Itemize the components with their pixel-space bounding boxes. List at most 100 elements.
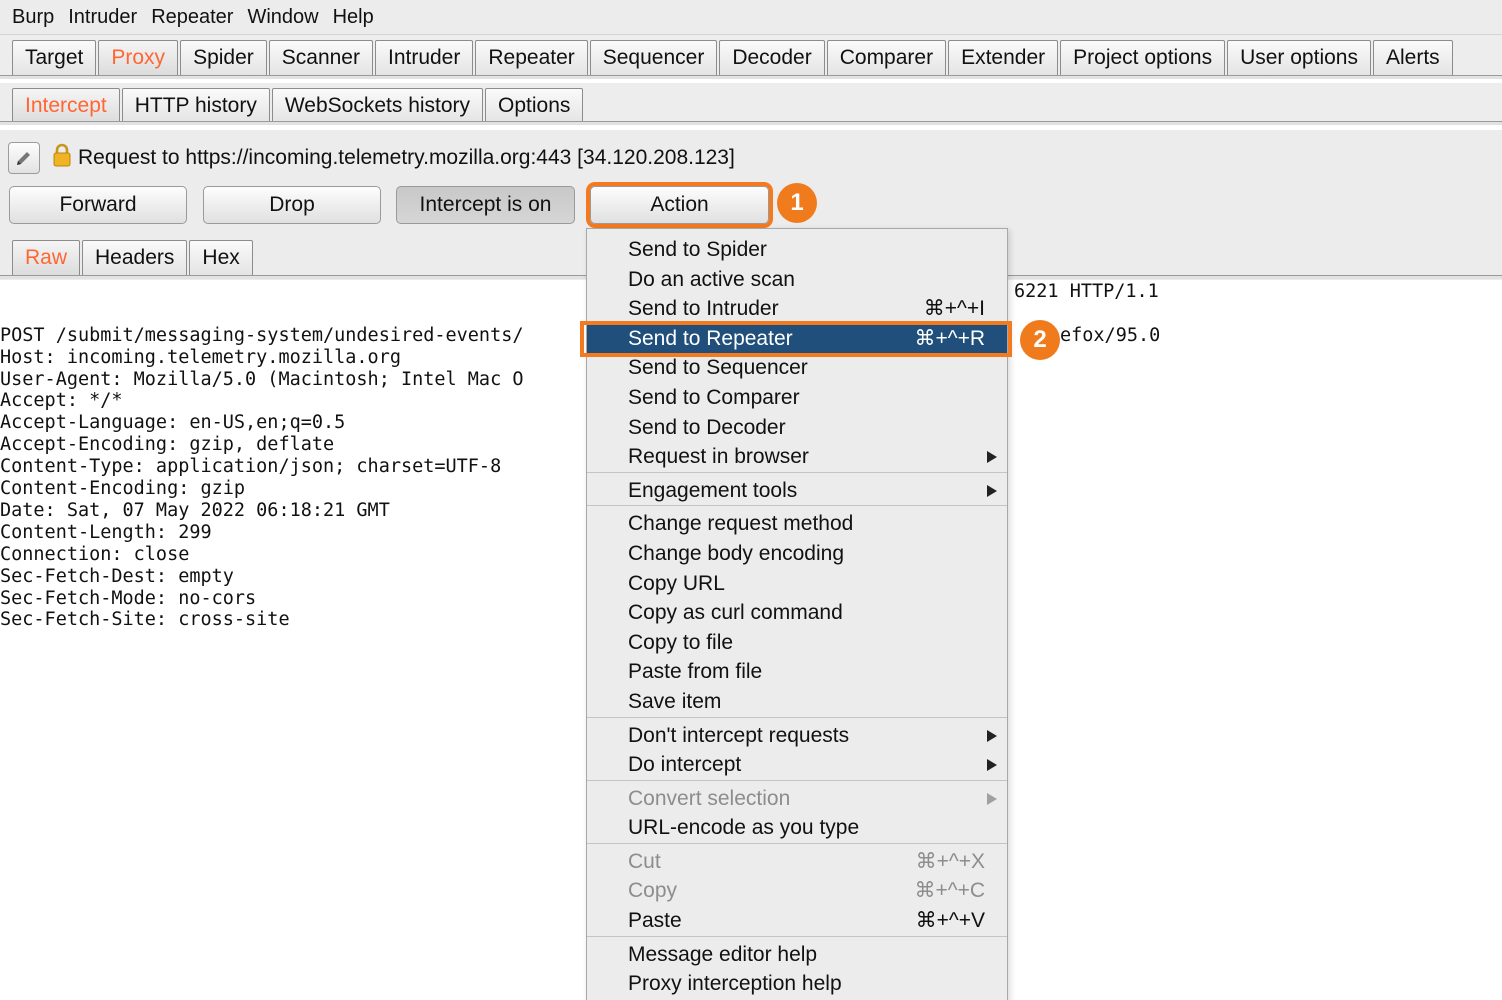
menu-item-do-intercept[interactable]: Do intercept [587, 750, 1007, 780]
menu-item-change-request-method[interactable]: Change request method [587, 509, 1007, 539]
message-tab-raw[interactable]: Raw [12, 240, 81, 275]
tab-repeater[interactable]: Repeater [475, 40, 588, 75]
tab-intruder[interactable]: Intruder [374, 40, 474, 75]
menu-item-do-an-active-scan[interactable]: Do an active scan [587, 265, 1007, 295]
step-badge-2: 2 [1020, 320, 1060, 360]
shortcut-label: ⌘+^+I [923, 297, 985, 321]
menu-item-label: Send to Repeater [628, 326, 793, 350]
proxy-tab-bar: Intercept HTTP history WebSockets history O… [0, 83, 1502, 125]
menu-window[interactable]: Window [240, 0, 325, 34]
request-line-tail: 6221 HTTP/1.1 [1014, 281, 1159, 302]
menu-item-label: Change body encoding [628, 541, 845, 565]
request-info: Request to https://incoming.telemetry.mo… [8, 142, 735, 174]
tab-project-options[interactable]: Project options [1060, 40, 1226, 75]
menu-item-send-to-repeater[interactable]: Send to Repeater ⌘+^+R [587, 323, 1007, 354]
shortcut-label: ⌘+^+R [914, 326, 985, 350]
action-context-menu: Send to Spider Do an active scan Send to I… [586, 228, 1008, 1000]
tab-target[interactable]: Target [12, 40, 97, 75]
submenu-arrow-icon [987, 451, 997, 464]
menu-item-label: Paste [628, 909, 682, 933]
step-badge-1: 1 [777, 183, 817, 223]
menu-item-change-body-encoding[interactable]: Change body encoding [587, 539, 1007, 569]
user-agent-tail: efox/95.0 [1060, 325, 1161, 346]
drop-button[interactable]: Drop [203, 186, 381, 224]
menu-item-copy-as-curl-command[interactable]: Copy as curl command [587, 598, 1007, 628]
menu-item-label: Send to Decoder [628, 415, 786, 439]
tab-scanner[interactable]: Scanner [268, 40, 373, 75]
tab-proxy[interactable]: Proxy [98, 40, 179, 75]
menu-item-label: Copy to file [628, 630, 734, 654]
shortcut-label: ⌘+^+C [914, 879, 985, 903]
menu-item-label: Don't intercept requests [628, 723, 850, 747]
tab-alerts[interactable]: Alerts [1372, 40, 1453, 75]
tab-divider [0, 75, 1502, 79]
menu-item-label: Paste from file [628, 660, 763, 684]
tab-comparer[interactable]: Comparer [826, 40, 947, 75]
menu-item-label: Copy as curl command [628, 601, 843, 625]
menu-item-label: Do intercept [628, 753, 742, 777]
menu-intruder[interactable]: Intruder [61, 0, 144, 34]
forward-button[interactable]: Forward [9, 186, 187, 224]
menu-item-url-encode-as-you-type[interactable]: URL-encode as you type [587, 813, 1007, 843]
menu-item-engagement-tools[interactable]: Engagement tools [587, 476, 1007, 506]
menu-item-paste[interactable]: Paste ⌘+^+V [587, 906, 1007, 936]
request-target-label: Request to https://incoming.telemetry.mo… [78, 146, 735, 169]
menu-item-copy-to-file[interactable]: Copy to file [587, 628, 1007, 658]
message-tab-bar: Raw Headers Hex [12, 240, 255, 275]
shortcut-label: ⌘+^+V [915, 909, 985, 933]
menu-item-don-t-intercept-requests[interactable]: Don't intercept requests [587, 721, 1007, 751]
menu-item-label: Send to Comparer [628, 385, 800, 409]
intercept-toggle-button[interactable]: Intercept is on [396, 186, 575, 224]
menu-item-send-to-spider[interactable]: Send to Spider [587, 235, 1007, 265]
menu-item-proxy-interception-help[interactable]: Proxy interception help [587, 969, 1007, 999]
menu-item-label: Send to Spider [628, 238, 767, 261]
menu-item-label: Message editor help [628, 942, 818, 966]
menu-item-send-to-intruder[interactable]: Send to Intruder ⌘+^+I [587, 294, 1007, 324]
tab-sequencer[interactable]: Sequencer [589, 40, 718, 75]
burp-window: Burp Intruder Repeater Window Help Target Pro… [0, 0, 1502, 1000]
menu-item-message-editor-help[interactable]: Message editor help [587, 940, 1007, 970]
tab-decoder[interactable]: Decoder [719, 40, 825, 75]
menu-item-label: Request in browser [628, 445, 809, 469]
edit-pencil-icon[interactable] [8, 142, 40, 174]
tab-spider[interactable]: Spider [180, 40, 267, 75]
submenu-arrow-icon [987, 759, 997, 772]
menu-item-label: Proxy interception help [628, 972, 842, 996]
menu-item-save-item[interactable]: Save item [587, 687, 1007, 717]
menu-item-copy: Copy ⌘+^+C [587, 876, 1007, 906]
main-tab-bar: Target Proxy Spider Scanner Intruder Repeater… [0, 35, 1502, 79]
tab-user-options[interactable]: User options [1227, 40, 1371, 75]
menu-item-request-in-browser[interactable]: Request in browser [587, 442, 1007, 472]
menu-item-paste-from-file[interactable]: Paste from file [587, 657, 1007, 687]
menu-item-send-to-sequencer[interactable]: Send to Sequencer [587, 353, 1007, 383]
menu-item-copy-url[interactable]: Copy URL [587, 569, 1007, 599]
menu-item-send-to-comparer[interactable]: Send to Comparer [587, 383, 1007, 413]
proxy-tab-options[interactable]: Options [485, 88, 584, 123]
menu-item-label: Do an active scan [628, 267, 795, 291]
lock-icon [52, 143, 72, 173]
proxy-tab-http-history[interactable]: HTTP history [121, 88, 270, 123]
menu-item-cut: Cut ⌘+^+X [587, 847, 1007, 877]
submenu-arrow-icon [987, 729, 997, 742]
message-tab-headers[interactable]: Headers [82, 240, 188, 275]
message-tab-hex[interactable]: Hex [189, 240, 253, 275]
proxy-tab-websockets-history[interactable]: WebSockets history [271, 88, 484, 123]
menu-item-convert-selection: Convert selection [587, 784, 1007, 814]
menu-burp[interactable]: Burp [0, 0, 61, 34]
menu-item-label: Cut [628, 849, 661, 873]
menu-help[interactable]: Help [326, 0, 381, 34]
menu-item-label: Save item [628, 689, 722, 713]
tab-extender[interactable]: Extender [948, 40, 1059, 75]
menu-repeater[interactable]: Repeater [144, 0, 240, 34]
menu-bar: Burp Intruder Repeater Window Help [0, 0, 1502, 35]
submenu-arrow-icon [987, 792, 997, 805]
action-button[interactable]: Action [590, 186, 769, 224]
shortcut-label: ⌘+^+X [915, 849, 985, 873]
menu-item-label: Send to Sequencer [628, 356, 808, 380]
menu-item-label: Convert selection [628, 786, 791, 810]
menu-item-send-to-decoder[interactable]: Send to Decoder [587, 413, 1007, 443]
proxy-tab-intercept[interactable]: Intercept [12, 88, 120, 123]
menu-item-label: URL-encode as you type [628, 816, 860, 840]
menu-item-label: Engagement tools [628, 478, 798, 502]
menu-item-label: Change request method [628, 512, 854, 536]
